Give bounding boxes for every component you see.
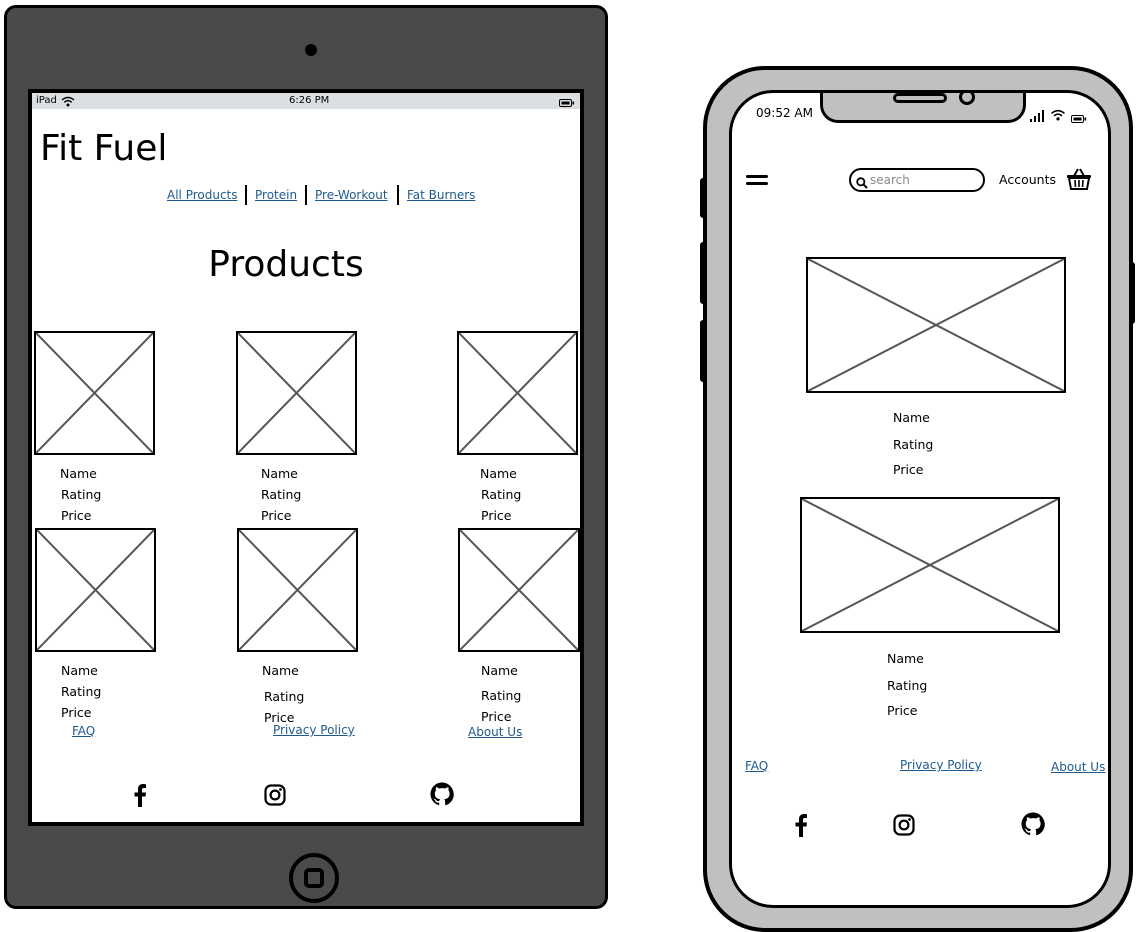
product-name: Name (261, 466, 298, 481)
nav-separator (397, 185, 399, 205)
products-heading: Products (208, 244, 364, 285)
product-price: Price (61, 508, 92, 523)
product-name: Name (61, 663, 98, 678)
shopping-basket-icon[interactable] (1066, 167, 1092, 195)
footer-about-link[interactable]: About Us (1051, 760, 1105, 774)
battery-icon (1071, 108, 1087, 127)
footer-privacy-link[interactable]: Privacy Policy (900, 758, 982, 772)
search-input[interactable] (870, 172, 978, 188)
product-image-placeholder[interactable] (236, 331, 357, 455)
footer-faq-link[interactable]: FAQ (72, 724, 95, 738)
nav-separator (305, 185, 307, 205)
product-price: Price (481, 709, 512, 724)
footer-about-link[interactable]: About Us (468, 725, 522, 739)
product-name: Name (893, 410, 930, 425)
iphone-device-frame: 09:52 AM Accounts Name Rating Price (703, 66, 1133, 932)
product-price: Price (261, 508, 292, 523)
signal-icon (1030, 107, 1044, 126)
product-image-placeholder[interactable] (35, 528, 156, 652)
nav-separator (245, 185, 247, 205)
hamburger-menu-icon[interactable] (746, 172, 768, 191)
product-rating: Rating (61, 684, 102, 699)
category-nav: All Products Protein Pre-Workout Fat Bur… (32, 184, 580, 208)
nav-pre-workout[interactable]: Pre-Workout (315, 188, 388, 202)
nav-all-products[interactable]: All Products (167, 188, 238, 202)
product-name: Name (262, 663, 299, 678)
product-image-placeholder[interactable] (806, 257, 1066, 393)
instagram-icon[interactable] (264, 784, 286, 806)
iphone-screen: 09:52 AM Accounts Name Rating Price (729, 90, 1111, 908)
ipad-camera (305, 44, 317, 56)
ipad-status-bar: iPad 6:26 PM (32, 93, 580, 109)
facebook-icon[interactable] (794, 813, 808, 837)
status-device-label: iPad (36, 95, 57, 106)
product-price: Price (893, 462, 924, 477)
product-rating: Rating (481, 487, 522, 502)
product-image-placeholder[interactable] (457, 331, 578, 455)
speaker-grille (893, 93, 947, 103)
product-rating: Rating (481, 688, 522, 703)
instagram-icon[interactable] (893, 814, 915, 836)
github-icon[interactable] (430, 782, 454, 806)
product-image-placeholder[interactable] (237, 528, 358, 652)
product-rating: Rating (61, 487, 102, 502)
facebook-icon[interactable] (133, 783, 147, 807)
product-name: Name (480, 466, 517, 481)
ipad-screen: iPad 6:26 PM Fit Fuel All Products Prote… (28, 89, 584, 826)
product-name: Name (887, 651, 924, 666)
footer-faq-link[interactable]: FAQ (745, 759, 768, 773)
product-image-placeholder[interactable] (458, 528, 580, 652)
wifi-icon (61, 95, 75, 113)
product-rating: Rating (264, 689, 305, 704)
accounts-link[interactable]: Accounts (999, 172, 1056, 187)
product-name: Name (481, 663, 518, 678)
site-title: Fit Fuel (40, 128, 168, 169)
home-square-icon (304, 868, 324, 888)
product-image-placeholder[interactable] (800, 497, 1060, 633)
product-price: Price (61, 705, 92, 720)
product-price: Price (481, 508, 512, 523)
wifi-icon (1050, 106, 1066, 125)
battery-icon (559, 97, 575, 113)
nav-fat-burners[interactable]: Fat Burners (407, 188, 475, 202)
nav-protein[interactable]: Protein (255, 188, 297, 202)
product-name: Name (60, 466, 97, 481)
product-rating: Rating (261, 487, 302, 502)
footer-privacy-link[interactable]: Privacy Policy (273, 723, 355, 737)
product-image-placeholder[interactable] (34, 331, 155, 455)
status-time: 6:26 PM (289, 95, 330, 106)
product-rating: Rating (887, 678, 928, 693)
front-camera (959, 93, 975, 105)
phone-notch (820, 93, 1026, 123)
ipad-home-button[interactable] (289, 853, 339, 903)
search-bar (849, 168, 985, 192)
search-icon (856, 174, 868, 193)
product-price: Price (887, 703, 918, 718)
phone-status-time: 09:52 AM (756, 106, 813, 120)
github-icon[interactable] (1021, 812, 1045, 836)
product-rating: Rating (893, 437, 934, 452)
